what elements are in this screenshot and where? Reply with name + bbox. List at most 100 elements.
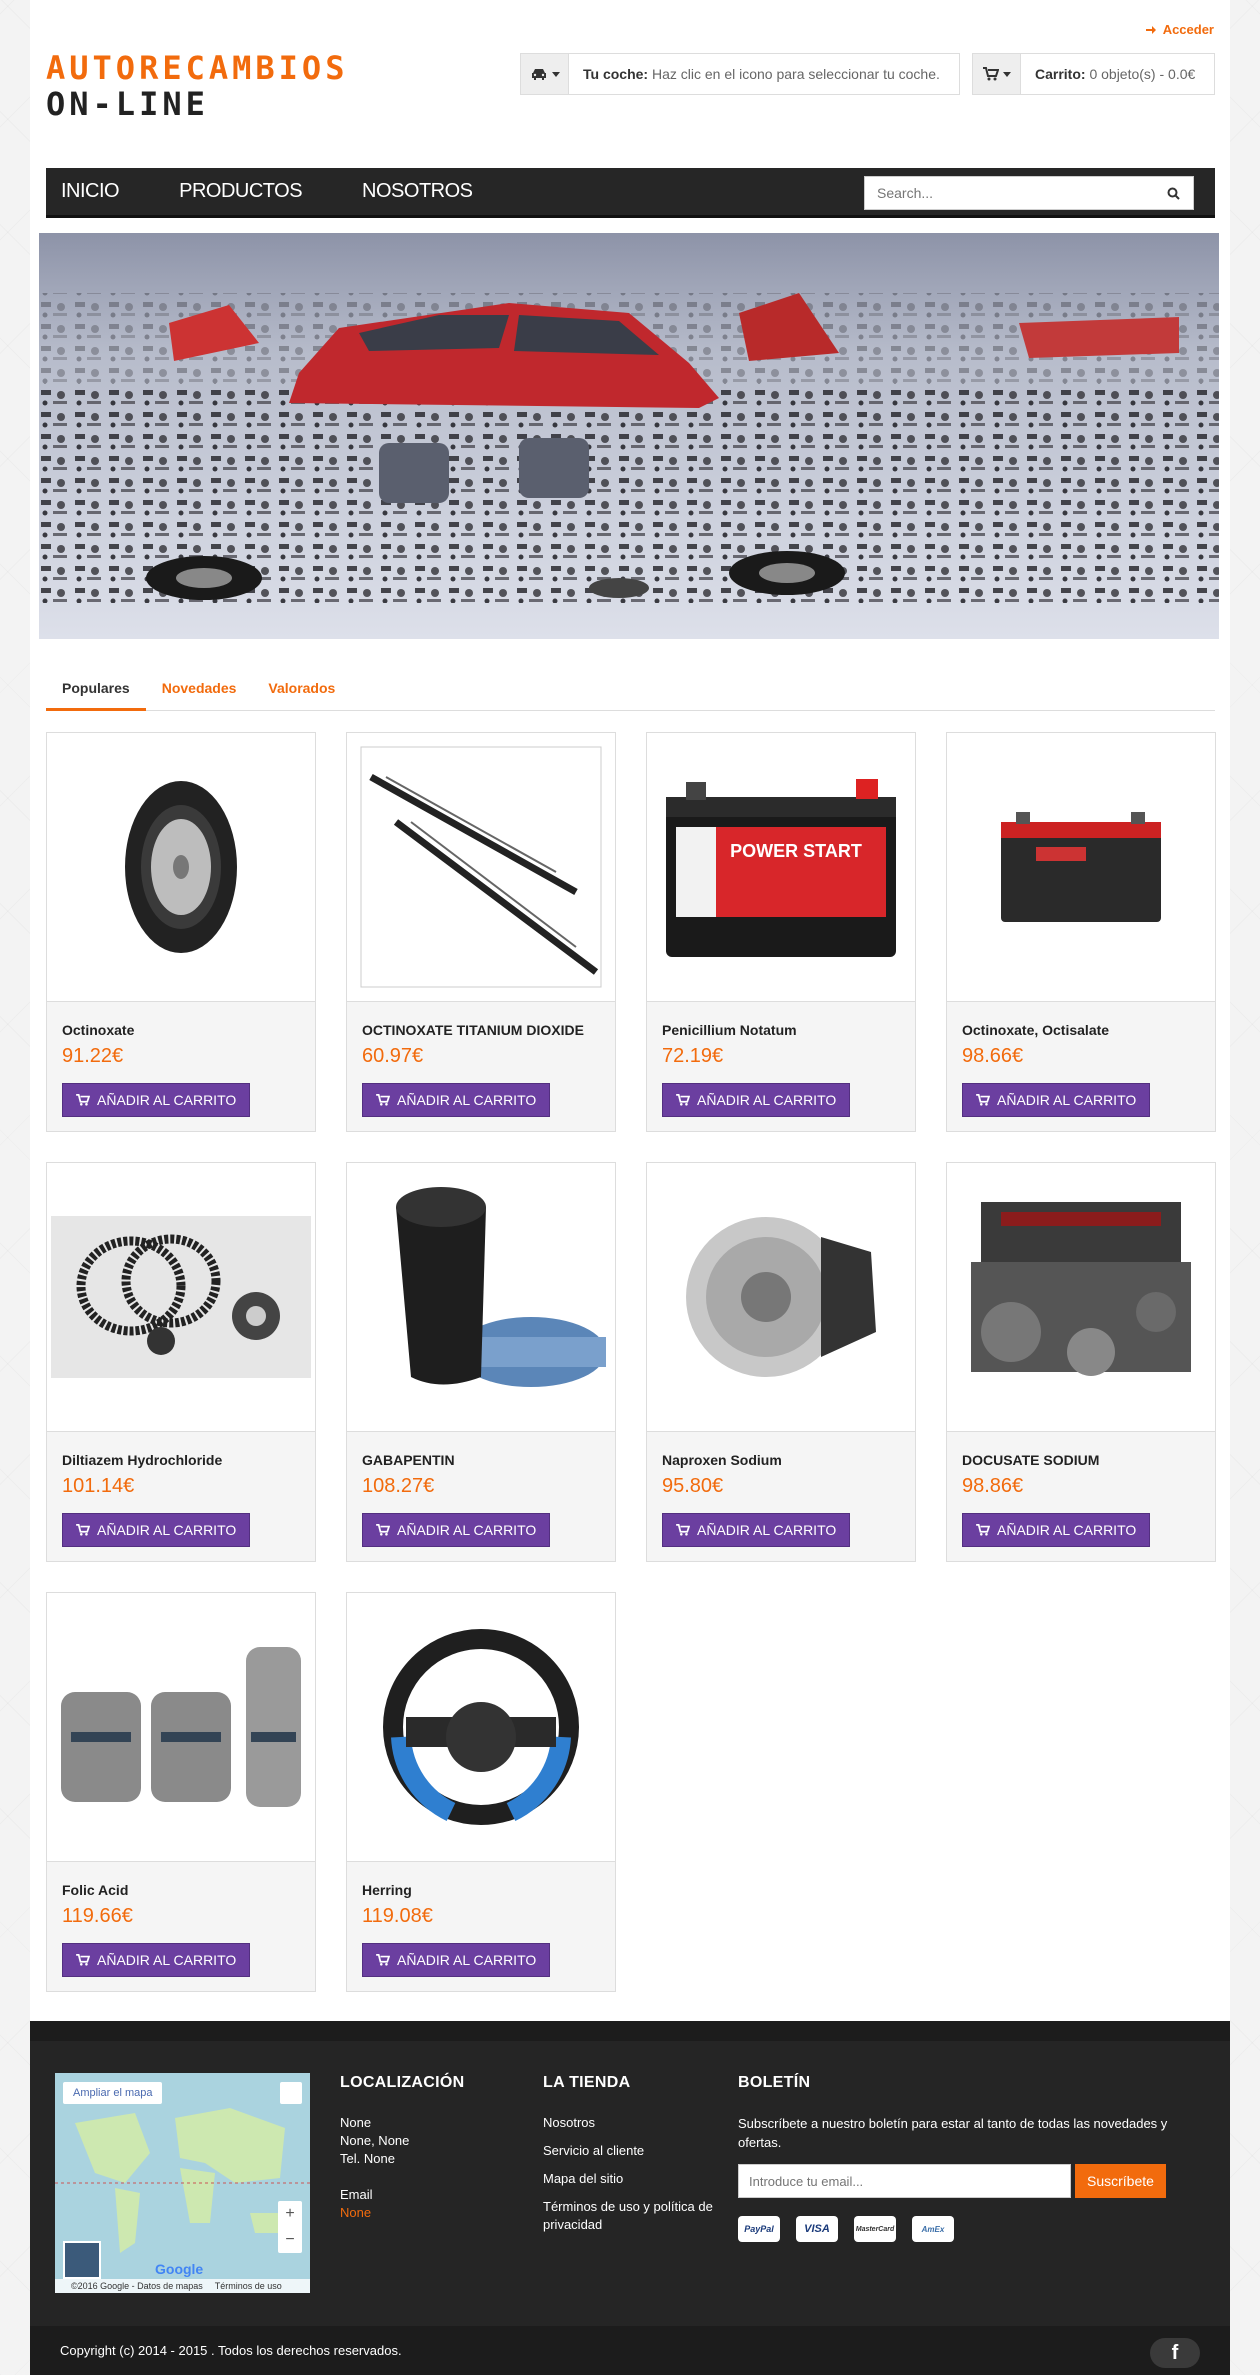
car-label: Tu coche:: [583, 66, 649, 82]
product-image[interactable]: [947, 1163, 1215, 1432]
add-to-cart-label: AÑADIR AL CARRITO: [397, 1092, 537, 1108]
site-footer: Ampliar el mapa + − Google ©2016 Google -…: [30, 2021, 1230, 2375]
battery-power-start-image: POWER START: [666, 779, 896, 957]
product-card: Octinoxate, Octisalate 98.66€ AÑADIR AL …: [946, 732, 1216, 1132]
footer-link-mapa[interactable]: Mapa del sitio: [543, 2170, 713, 2188]
google-logo: Google: [155, 2261, 204, 2277]
newsletter-email-input[interactable]: [738, 2164, 1071, 2198]
search-button[interactable]: [1153, 177, 1193, 209]
location-phone: Tel. None: [340, 2151, 395, 2166]
site-logo[interactable]: AUTORECAMBIOS ON-LINE: [46, 50, 348, 122]
cart-icon: [376, 1524, 390, 1536]
product-image[interactable]: [347, 733, 615, 1002]
add-to-cart-button[interactable]: AÑADIR AL CARRITO: [62, 1513, 251, 1547]
product-price: 101.14€: [62, 1475, 135, 1497]
store-title: LA TIENDA: [543, 2074, 631, 2091]
add-to-cart-button[interactable]: AÑADIR AL CARRITO: [362, 1943, 551, 1977]
cart-label: Carrito:: [1035, 66, 1086, 82]
page: Acceder AUTORECAMBIOS ON-LINE Tu coche: …: [30, 0, 1230, 2375]
footer-link-servicio[interactable]: Servicio al cliente: [543, 2142, 713, 2160]
product-name[interactable]: DOCUSATE SODIUM: [962, 1452, 1099, 1468]
product-name[interactable]: Penicillium Notatum: [662, 1022, 797, 1038]
product-image[interactable]: [347, 1593, 615, 1862]
car-parts-banner-image: [39, 233, 1219, 639]
tab-novedades[interactable]: Novedades: [146, 670, 253, 711]
footer-link-nosotros[interactable]: Nosotros: [543, 2114, 713, 2132]
product-name[interactable]: Diltiazem Hydrochloride: [62, 1452, 222, 1468]
product-image[interactable]: POWER START: [647, 733, 915, 1002]
logo-line-2: ON-LINE: [46, 85, 209, 123]
product-name[interactable]: Naproxen Sodium: [662, 1452, 782, 1468]
login-link[interactable]: Acceder: [1145, 22, 1214, 37]
subscribe-button[interactable]: Suscríbete: [1075, 2164, 1166, 2198]
add-to-cart-label: AÑADIR AL CARRITO: [397, 1522, 537, 1538]
street-view-icon[interactable]: [280, 2082, 302, 2104]
email-label: Email: [340, 2187, 373, 2202]
visa-icon: VISA: [796, 2216, 838, 2242]
cart-dropdown-button[interactable]: [973, 54, 1021, 94]
product-image[interactable]: [47, 1163, 315, 1432]
product-name[interactable]: Herring: [362, 1882, 412, 1898]
add-to-cart-button[interactable]: AÑADIR AL CARRITO: [362, 1083, 551, 1117]
nav-item-nosotros[interactable]: NOSOTROS: [362, 180, 473, 203]
product-card: Diltiazem Hydrochloride 101.14€ AÑADIR A…: [46, 1162, 316, 1562]
footer-map[interactable]: Ampliar el mapa + − Google ©2016 Google -…: [55, 2073, 310, 2293]
product-name[interactable]: GABAPENTIN: [362, 1452, 455, 1468]
product-image[interactable]: [347, 1163, 615, 1432]
newsletter-title: BOLETÍN: [738, 2074, 811, 2091]
add-to-cart-label: AÑADIR AL CARRITO: [697, 1522, 837, 1538]
car-dropdown-button[interactable]: [521, 54, 569, 94]
add-to-cart-label: AÑADIR AL CARRITO: [397, 1952, 537, 1968]
product-card: GABAPENTIN 108.27€ AÑADIR AL CARRITO: [346, 1162, 616, 1562]
product-price: 72.19€: [662, 1045, 724, 1067]
cart-icon: [376, 1954, 390, 1966]
add-to-cart-button[interactable]: AÑADIR AL CARRITO: [662, 1083, 851, 1117]
nav-item-inicio[interactable]: INICIO: [61, 180, 120, 203]
map-terms-link[interactable]: Términos de uso: [215, 2281, 282, 2291]
product-image[interactable]: [47, 733, 315, 1002]
map-attribution-text: ©2016 Google - Datos de mapas: [71, 2281, 203, 2291]
email-link[interactable]: None: [340, 2204, 464, 2222]
product-name[interactable]: Octinoxate, Octisalate: [962, 1022, 1109, 1038]
add-to-cart-button[interactable]: AÑADIR AL CARRITO: [662, 1513, 851, 1547]
footer-link-terminos[interactable]: Términos de uso y política de privacidad: [543, 2198, 713, 2234]
tab-valorados[interactable]: Valorados: [252, 670, 351, 711]
cart-icon: [76, 1954, 90, 1966]
copyright-text: Copyright (c) 2014 - 2015 . Todos los de…: [60, 2343, 402, 2358]
product-card: Folic Acid 119.66€ AÑADIR AL CARRITO: [46, 1592, 316, 1992]
cart-summary: Carrito: 0 objeto(s) - 0.0€: [972, 53, 1215, 95]
add-to-cart-label: AÑADIR AL CARRITO: [997, 1522, 1137, 1538]
product-image[interactable]: [947, 733, 1215, 1002]
map-enlarge-link[interactable]: Ampliar el mapa: [63, 2082, 163, 2104]
gear-knob-image: [396, 1187, 606, 1387]
product-name[interactable]: OCTINOXATE TITANIUM DIOXIDE: [362, 1022, 584, 1038]
product-price: 119.08€: [362, 1905, 433, 1927]
add-to-cart-button[interactable]: AÑADIR AL CARRITO: [962, 1083, 1151, 1117]
cart-icon: [982, 67, 999, 81]
product-name[interactable]: Folic Acid: [62, 1882, 128, 1898]
product-image[interactable]: [647, 1163, 915, 1432]
search-input[interactable]: [865, 177, 1153, 209]
facebook-icon[interactable]: f: [1150, 2338, 1200, 2368]
product-card: Naproxen Sodium 95.80€ AÑADIR AL CARRITO: [646, 1162, 916, 1562]
add-to-cart-button[interactable]: AÑADIR AL CARRITO: [62, 1083, 251, 1117]
footer-top-bar: [30, 2021, 1230, 2041]
paypal-icon: PayPal: [738, 2216, 780, 2242]
add-to-cart-button[interactable]: AÑADIR AL CARRITO: [362, 1513, 551, 1547]
tab-populares[interactable]: Populares: [46, 670, 146, 711]
car-text: Tu coche: Haz clic en el icono para sele…: [569, 66, 954, 82]
zoom-controls[interactable]: + −: [278, 2201, 302, 2253]
cart-value: 0 objeto(s) - 0.0€: [1089, 66, 1196, 82]
product-price: 91.22€: [62, 1045, 124, 1067]
product-card: DOCUSATE SODIUM 98.86€ AÑADIR AL CARRITO: [946, 1162, 1216, 1562]
nav-item-productos[interactable]: PRODUCTOS: [179, 180, 302, 203]
product-card: OCTINOXATE TITANIUM DIOXIDE 60.97€ AÑADI…: [346, 732, 616, 1132]
add-to-cart-button[interactable]: AÑADIR AL CARRITO: [62, 1943, 251, 1977]
product-price: 95.80€: [662, 1475, 724, 1497]
location-title: LOCALIZACIÓN: [340, 2074, 465, 2091]
product-image[interactable]: [47, 1593, 315, 1862]
satellite-toggle[interactable]: [63, 2241, 101, 2279]
add-to-cart-button[interactable]: AÑADIR AL CARRITO: [962, 1513, 1151, 1547]
product-name[interactable]: Octinoxate: [62, 1022, 134, 1038]
add-to-cart-label: AÑADIR AL CARRITO: [997, 1092, 1137, 1108]
